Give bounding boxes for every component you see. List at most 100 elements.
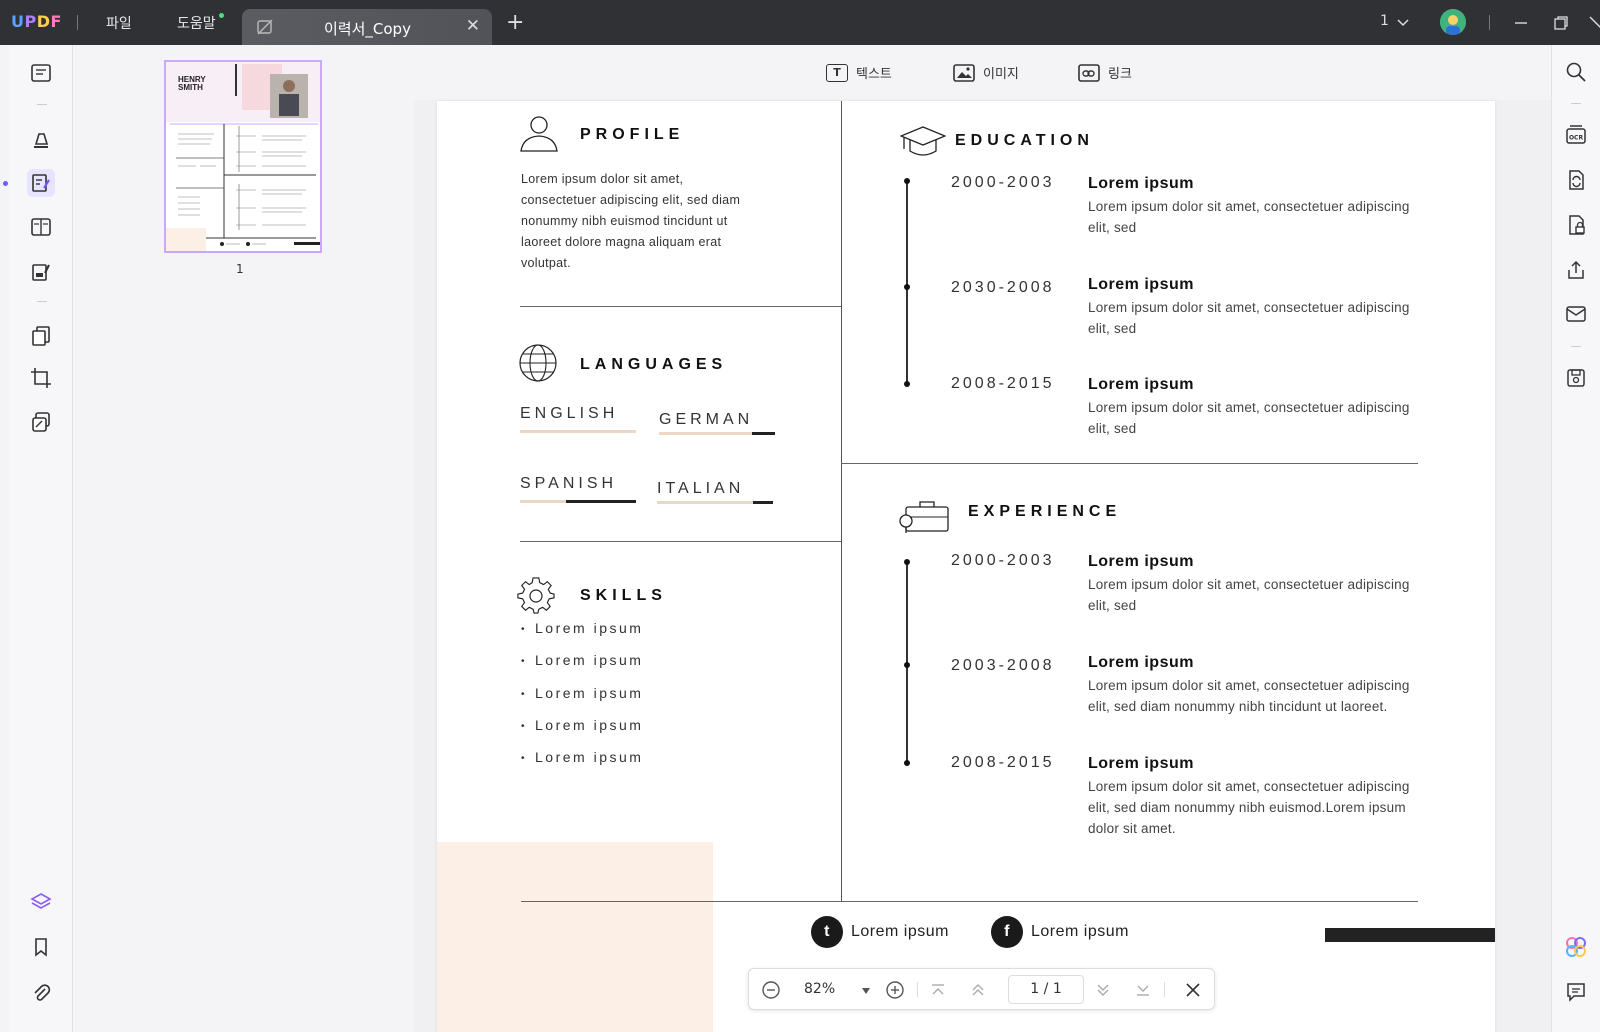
education-entry-desc: Lorem ipsum dolor sit amet, consectetuer… xyxy=(1088,400,1410,436)
comment-highlighter-icon[interactable] xyxy=(27,125,55,153)
page-number-input[interactable]: 1 / 1 xyxy=(1008,975,1084,1004)
next-page-icon[interactable] xyxy=(1094,981,1112,999)
skill-item: Lorem ipsum xyxy=(521,717,643,733)
protect-file-icon[interactable] xyxy=(1563,212,1589,238)
globe-icon xyxy=(519,344,557,382)
education-divider xyxy=(841,463,1418,464)
experience-entry-title: Lorem ipsum xyxy=(1088,654,1194,671)
add-text-button[interactable]: T 텍스트 xyxy=(826,63,892,82)
logo-f: F xyxy=(50,12,62,31)
convert-file-icon[interactable] xyxy=(1563,167,1589,193)
education-title: EDUCATION xyxy=(955,132,1094,149)
timeline-dot xyxy=(904,381,910,387)
education-entry-title: Lorem ipsum xyxy=(1088,276,1194,293)
reader-mode-icon[interactable] xyxy=(27,59,55,87)
navbar-divider xyxy=(917,982,918,997)
logo-u: U xyxy=(11,12,25,31)
share-icon[interactable] xyxy=(1563,257,1589,283)
new-tab-button[interactable]: + xyxy=(506,10,524,35)
education-entry-desc: Lorem ipsum dolor sit amet, consectetuer… xyxy=(1088,199,1410,235)
facebook-link[interactable]: f Lorem ipsum xyxy=(991,916,1129,948)
pdf-page[interactable]: PROFILE Lorem ipsum dolor sit amet, cons… xyxy=(437,101,1495,1032)
language-english: ENGLISH xyxy=(520,405,619,422)
menu-file[interactable]: 파일 xyxy=(106,13,132,33)
left-toolbar-divider xyxy=(37,104,47,105)
add-text-label: 텍스트 xyxy=(856,67,892,82)
minimize-icon[interactable] xyxy=(1513,15,1529,31)
pages-icon[interactable] xyxy=(27,322,55,350)
thumbnail-name: HENRY SMITH xyxy=(178,76,206,92)
right-toolbar-divider xyxy=(1571,346,1581,347)
save-icon[interactable] xyxy=(1563,365,1589,391)
last-page-icon[interactable] xyxy=(1134,981,1152,999)
add-link-button[interactable]: 링크 xyxy=(1078,63,1132,82)
email-icon[interactable] xyxy=(1563,301,1589,327)
left-toolbar-divider xyxy=(37,301,47,302)
experience-entry-title: Lorem ipsum xyxy=(1088,755,1194,772)
bookmark-icon[interactable] xyxy=(27,933,55,961)
total-pages: 1 xyxy=(1052,981,1062,997)
layers-icon[interactable] xyxy=(27,888,55,916)
convert-icon[interactable] xyxy=(27,408,55,436)
page-thumbnail[interactable]: HENRY SMITH xyxy=(164,60,322,253)
twitter-icon: t xyxy=(811,916,843,948)
active-tool-marker xyxy=(3,181,8,186)
close-navbar-icon[interactable] xyxy=(1184,981,1202,999)
chevron-down-icon[interactable] xyxy=(1396,16,1410,30)
window-page-indicator[interactable]: 1 xyxy=(1380,13,1389,29)
unsaved-edit-icon xyxy=(257,19,273,35)
language-english-fill xyxy=(520,430,636,433)
language-spanish: SPANISH xyxy=(520,475,618,492)
ai-assistant-icon[interactable] xyxy=(1563,934,1589,960)
language-italian-fill xyxy=(657,501,754,504)
close-window-icon[interactable] xyxy=(1588,15,1600,31)
first-page-icon[interactable] xyxy=(929,981,947,999)
user-avatar[interactable] xyxy=(1440,9,1466,35)
comment-list-icon[interactable] xyxy=(1563,979,1589,1005)
experience-years: 2003-2008 xyxy=(951,657,1055,674)
ocr-icon[interactable]: OCR xyxy=(1563,122,1589,148)
document-tab[interactable]: 이력서_Copy ✕ xyxy=(242,9,492,45)
tab-close-button[interactable]: ✕ xyxy=(466,16,480,36)
add-image-button[interactable]: 이미지 xyxy=(953,63,1019,82)
facebook-label: Lorem ipsum xyxy=(1031,923,1129,940)
zoom-level[interactable]: 82% xyxy=(804,981,835,997)
edit-pdf-icon[interactable] xyxy=(27,169,55,197)
attachment-icon[interactable] xyxy=(27,979,55,1007)
timeline-dot xyxy=(904,284,910,290)
timeline-dot xyxy=(904,178,910,184)
gear-icon xyxy=(517,577,555,614)
zoom-dropdown-icon[interactable] xyxy=(861,987,871,995)
right-toolbar-divider xyxy=(1571,103,1581,104)
updf-logo[interactable]: UPDF xyxy=(11,12,62,31)
experience-entry-desc: Lorem ipsum dolor sit amet, consectetuer… xyxy=(1088,779,1410,836)
language-italian-bar xyxy=(657,501,773,504)
twitter-link[interactable]: t Lorem ipsum xyxy=(811,916,949,948)
experience-entry-desc: Lorem ipsum dolor sit amet, consectetuer… xyxy=(1088,577,1410,613)
menu-help[interactable]: 도움말 xyxy=(177,13,216,33)
education-entry-title: Lorem ipsum xyxy=(1088,175,1194,192)
twitter-label: Lorem ipsum xyxy=(851,923,949,940)
previous-page-icon[interactable] xyxy=(969,981,987,999)
timeline-dot xyxy=(904,662,910,668)
skill-item: Lorem ipsum xyxy=(521,652,643,668)
restore-icon[interactable] xyxy=(1553,15,1569,31)
skill-item: Lorem ipsum xyxy=(521,749,643,765)
timeline-dot xyxy=(904,559,910,565)
document-viewer: T 텍스트 이미지 링크 PROFILE Lorem ipsum dolor s… xyxy=(414,45,1551,1032)
language-german: GERMAN xyxy=(659,411,754,428)
search-icon[interactable] xyxy=(1563,59,1589,85)
profile-text: Lorem ipsum dolor sit amet, consectetuer… xyxy=(521,172,741,270)
zoom-out-icon[interactable] xyxy=(761,980,781,1000)
zoom-in-icon[interactable] xyxy=(885,980,905,1000)
experience-years: 2000-2003 xyxy=(951,552,1055,569)
page-organize-icon[interactable] xyxy=(27,213,55,241)
form-edit-icon[interactable] xyxy=(27,258,55,286)
right-toolbar: OCR xyxy=(1551,45,1600,1032)
education-years: 2000-2003 xyxy=(951,174,1055,191)
add-image-label: 이미지 xyxy=(983,67,1019,82)
left-toolbar xyxy=(9,45,73,1032)
language-german-bar xyxy=(659,432,775,435)
crop-icon[interactable] xyxy=(27,364,55,392)
current-page: 1 xyxy=(1030,981,1040,997)
